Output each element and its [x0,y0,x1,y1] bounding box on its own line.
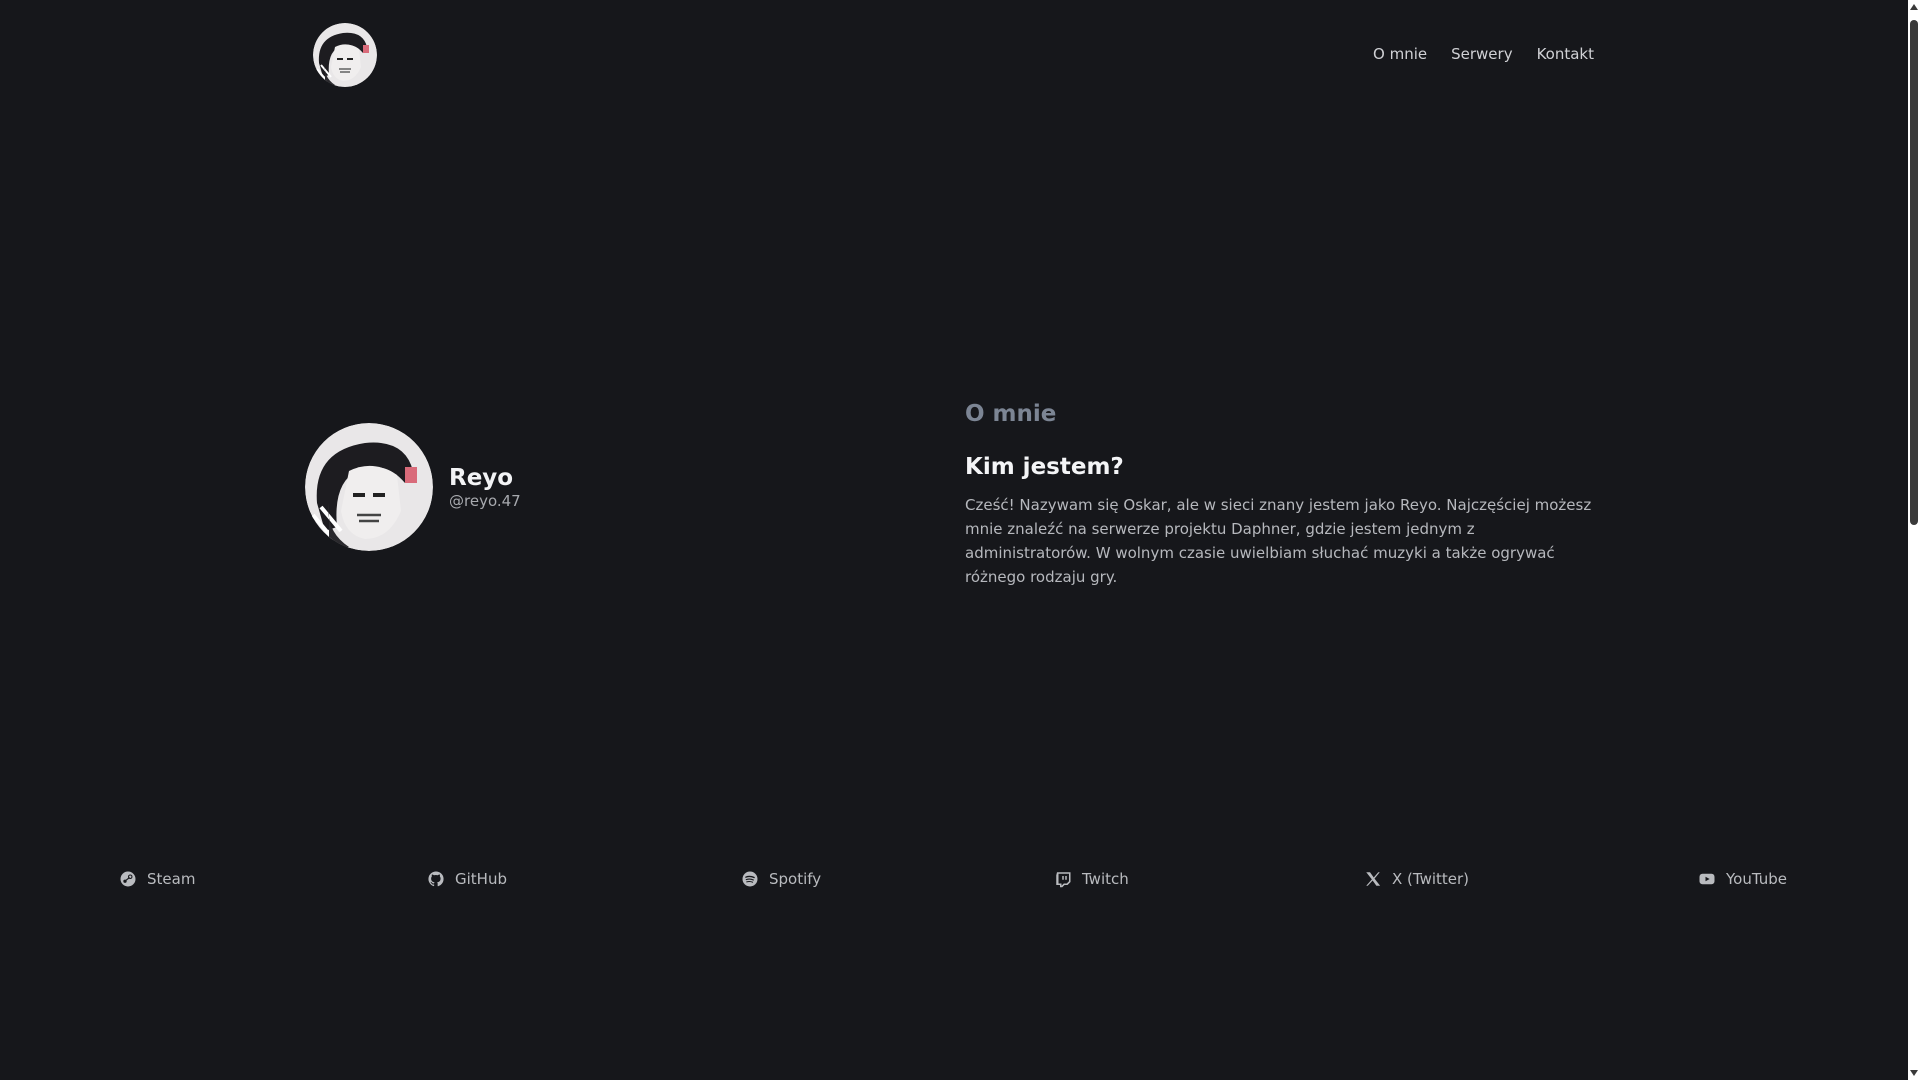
social-link-x[interactable]: X (Twitter) [1364,870,1469,888]
spotify-icon [742,871,758,887]
nav-item-serwery[interactable]: Serwery [1451,45,1512,63]
social-label: Spotify [769,870,822,888]
about-section: O mnie Kim jestem? Cześć! Nazywam się Os… [965,398,1605,589]
avatar[interactable] [313,23,377,87]
social-link-youtube[interactable]: YouTube [1698,870,1787,888]
profile-card: Reyo @reyo.47 [305,423,521,551]
steam-icon [120,871,136,887]
avatar-image [313,23,377,87]
scroll-thumb[interactable] [1910,20,1918,525]
social-label: YouTube [1726,870,1787,888]
social-label: X (Twitter) [1392,870,1470,888]
section-title: Kim jestem? [965,454,1124,480]
youtube-icon [1699,873,1715,885]
about-text: Cześć! Nazywam się Oskar, ale w sieci zn… [965,496,1592,586]
scroll-down-arrow[interactable] [1910,1070,1918,1076]
profile-handle: @reyo.47 [449,492,521,510]
profile-name: Reyo [449,465,514,491]
social-link-steam[interactable]: Steam [119,870,195,888]
profile-avatar [305,423,433,551]
profile-info: Reyo @reyo.47 [449,464,521,510]
page: O mnie Serwery Kontakt Reyo @reyo.47 O m… [0,0,1920,1080]
social-link-spotify[interactable]: Spotify [741,870,821,888]
vertical-scrollbar[interactable] [1908,0,1920,1080]
section-label: O mnie [965,401,1057,427]
social-links: Steam GitHub Spotify Twitch X (Twitter) … [0,870,1908,900]
github-icon [428,871,444,887]
social-label: Steam [147,870,196,888]
twitch-icon [1056,872,1071,888]
social-label: Twitch [1082,870,1129,888]
social-link-twitch[interactable]: Twitch [1054,870,1129,888]
nav-item-o-mnie[interactable]: O mnie [1373,45,1427,63]
main-nav: O mnie Serwery Kontakt [1373,45,1594,63]
social-label: GitHub [455,870,507,888]
scroll-up-arrow[interactable] [1910,4,1918,10]
header: O mnie Serwery Kontakt [311,23,1594,89]
x-icon [1366,872,1381,886]
avatar-image [305,423,433,551]
nav-item-kontakt[interactable]: Kontakt [1537,45,1594,63]
social-link-github[interactable]: GitHub [427,870,507,888]
